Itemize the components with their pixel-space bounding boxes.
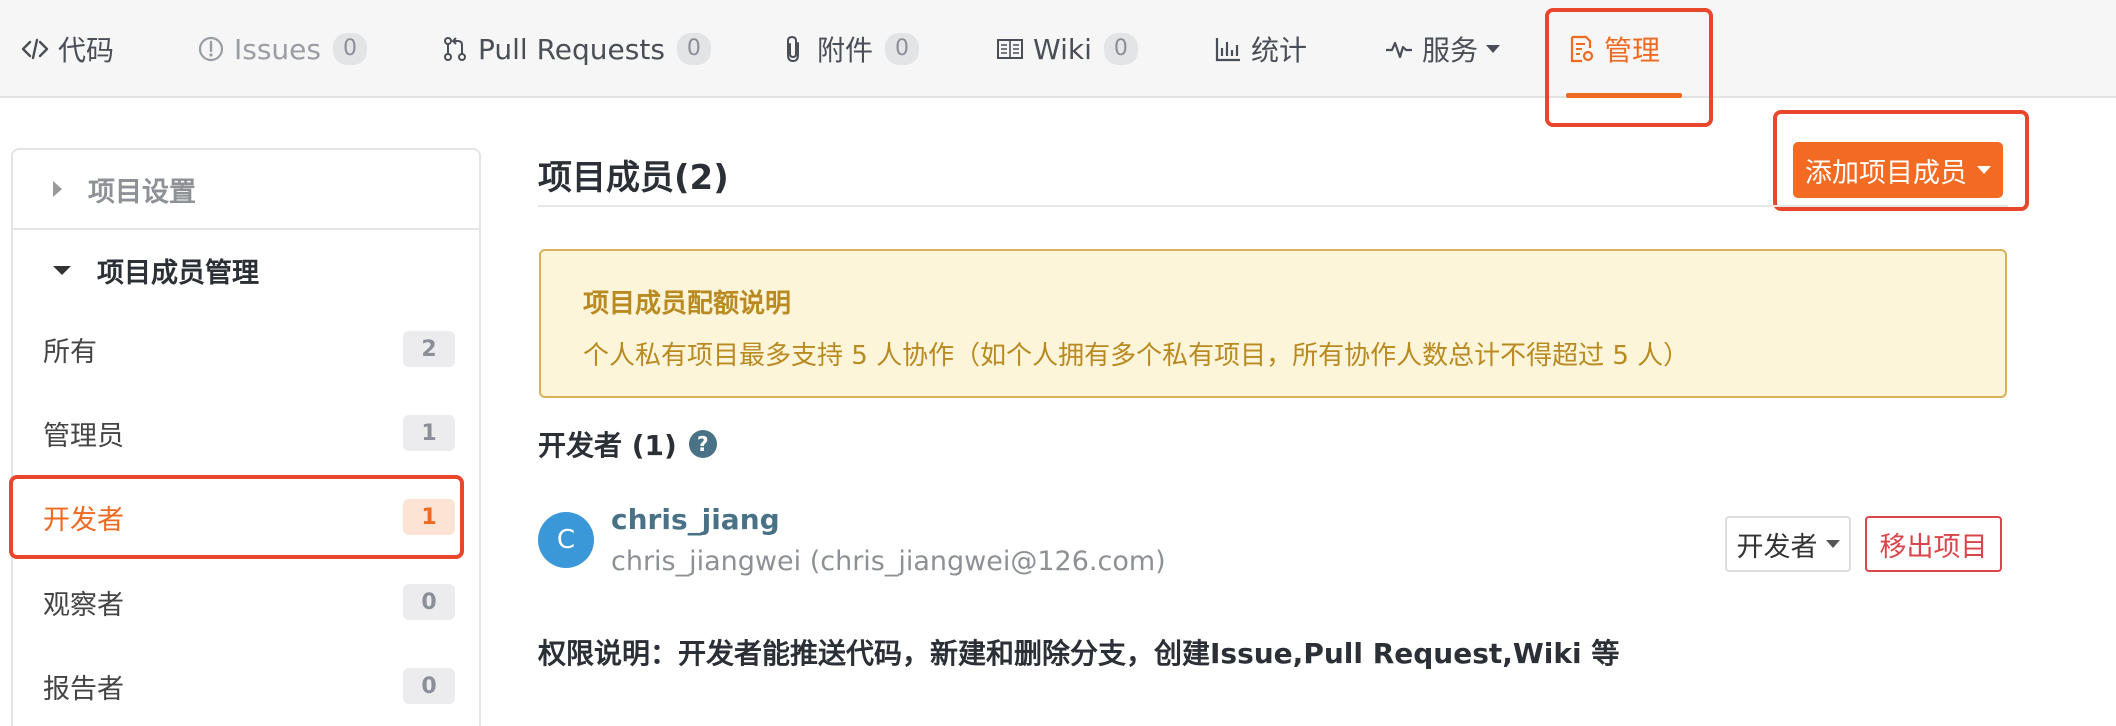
tab-label: 代码 [58, 34, 115, 67]
quota-notice: 项目成员配额说明 个人私有项目最多支持 5 人协作（如个人拥有多个私有项目，所有… [539, 249, 2007, 398]
tab-label: Pull Requests [478, 32, 665, 66]
tab-issues[interactable]: Issues 0 [196, 0, 367, 98]
pull-request-icon [440, 34, 470, 64]
project-nav-bar: 代码 Issues 0 Pull Requests 0 附件 0 Wiki 0 … [0, 0, 2116, 98]
tab-label: 服务 [1422, 34, 1479, 67]
page-title: 项目成员(2) [538, 158, 729, 198]
title-divider [538, 205, 2008, 207]
sidebar-item-label: 管理员 [43, 420, 124, 452]
count-badge: 0 [403, 668, 455, 704]
role-select[interactable]: 开发者 [1725, 516, 1851, 572]
tab-wiki[interactable]: Wiki 0 [995, 0, 1138, 98]
tab-count-badge: 0 [333, 33, 367, 65]
tab-label: 附件 [817, 34, 874, 67]
group-label-text: 开发者 (1) [538, 429, 677, 462]
settings-sidebar: 项目设置 项目成员管理 所有 2 管理员 1 开发者 1 观察者 0 报告者 0 [11, 148, 481, 726]
help-icon[interactable]: ? [688, 430, 717, 458]
sidebar-item-admins[interactable]: 管理员 1 [13, 397, 479, 469]
role-select-value: 开发者 [1736, 531, 1818, 563]
add-member-label: 添加项目成员 [1805, 157, 1967, 189]
chevron-down-icon [1825, 540, 1840, 548]
caret-right-icon [53, 181, 62, 197]
count-badge: 0 [403, 584, 455, 620]
tab-code[interactable]: 代码 [20, 0, 114, 98]
tab-label: Wiki [1033, 32, 1092, 66]
activity-icon [1384, 34, 1414, 64]
caret-down-icon [53, 265, 71, 275]
sidebar-item-developers[interactable]: 开发者 1 [13, 481, 479, 553]
avatar: C [538, 512, 594, 568]
notice-title: 项目成员配额说明 [583, 289, 792, 319]
developer-group-heading: 开发者 (1) ? [538, 424, 717, 464]
tab-label: Issues [234, 32, 321, 66]
chevron-down-icon [1486, 45, 1501, 53]
sidebar-section-member-management[interactable]: 项目成员管理 [13, 230, 479, 310]
code-icon [20, 34, 50, 64]
manage-doc-icon [1566, 34, 1596, 64]
sidebar-section-label: 项目成员管理 [97, 257, 259, 289]
paperclip-icon [779, 34, 809, 64]
tab-pull-requests[interactable]: Pull Requests 0 [440, 0, 711, 98]
tab-label: 管理 [1604, 34, 1661, 67]
sidebar-section-project-settings[interactable]: 项目设置 [13, 150, 479, 230]
count-badge: 1 [403, 415, 455, 451]
chevron-down-icon [1977, 166, 1991, 174]
remove-member-button[interactable]: 移出项目 [1865, 516, 2002, 572]
tab-count-badge: 0 [885, 33, 920, 65]
count-badge: 2 [403, 331, 455, 367]
add-member-button[interactable]: 添加项目成员 [1793, 142, 2003, 198]
tab-services[interactable]: 服务 [1384, 0, 1501, 98]
permission-note: 权限说明：开发者能推送代码，新建和删除分支，创建Issue,Pull Reque… [538, 637, 1620, 670]
tab-attachments[interactable]: 附件 0 [779, 0, 920, 98]
issue-icon [196, 34, 226, 64]
sidebar-item-reporters[interactable]: 报告者 0 [13, 650, 479, 722]
sidebar-item-label: 观察者 [43, 589, 124, 621]
sidebar-section-label: 项目设置 [88, 176, 196, 208]
bar-chart-icon [1213, 34, 1243, 64]
tab-count-badge: 0 [1103, 33, 1138, 65]
sidebar-item-label: 开发者 [43, 504, 124, 536]
sidebar-item-all[interactable]: 所有 2 [13, 313, 479, 385]
member-account-info: chris_jiangwei (chris_jiangwei@126.com) [611, 546, 1166, 577]
member-name-link[interactable]: chris_jiang [611, 503, 780, 536]
tab-label: 统计 [1251, 34, 1308, 67]
sidebar-item-label: 报告者 [43, 673, 124, 705]
book-icon [995, 34, 1025, 64]
tab-count-badge: 0 [676, 33, 711, 65]
tab-manage[interactable]: 管理 [1566, 0, 1682, 98]
tab-statistics[interactable]: 统计 [1213, 0, 1307, 98]
count-badge: 1 [403, 499, 455, 535]
sidebar-item-label: 所有 [43, 336, 97, 368]
notice-text: 个人私有项目最多支持 5 人协作（如个人拥有多个私有项目，所有协作人数总计不得超… [583, 341, 1690, 371]
sidebar-item-observers[interactable]: 观察者 0 [13, 566, 479, 638]
